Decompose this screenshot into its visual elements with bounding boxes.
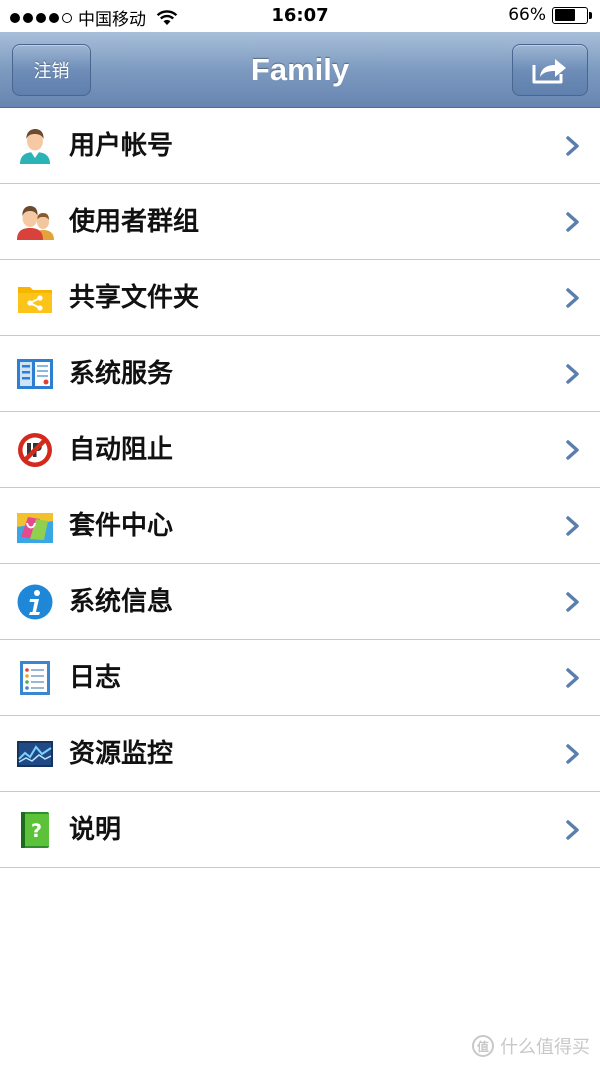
share-icon: [532, 59, 566, 84]
chevron-right-icon: [566, 288, 579, 308]
shared-folder-icon: [18, 287, 52, 313]
chevron-right-icon: [566, 744, 579, 764]
menu-item-shared-folder[interactable]: 共享文件夹: [0, 260, 600, 336]
menu-item-label: 说明: [69, 815, 122, 845]
menu-item-log[interactable]: 日志: [0, 640, 600, 716]
watermark-logo-icon: 值: [472, 1035, 494, 1057]
page-title: Family: [250, 52, 350, 87]
chevron-right-icon: [566, 592, 579, 612]
package-center-icon: [17, 513, 53, 543]
chevron-right-icon: [566, 136, 579, 156]
menu-item-label: 共享文件夹: [69, 283, 200, 313]
chevron-right-icon: [566, 440, 579, 460]
menu-item-label: 资源监控: [69, 739, 174, 769]
menu-item-label: 系统服务: [69, 359, 174, 389]
chevron-right-icon: [566, 668, 579, 688]
chevron-right-icon: [566, 820, 579, 840]
menu-item-resource-monitor[interactable]: 资源监控: [0, 716, 600, 792]
chevron-right-icon: [566, 364, 579, 384]
auto-block-icon: [18, 433, 52, 467]
menu-item-user-group[interactable]: 使用者群组: [0, 184, 600, 260]
chevron-right-icon: [566, 212, 579, 232]
menu-item-label: 自动阻止: [69, 435, 174, 465]
help-icon: ?: [21, 812, 49, 848]
battery-percent: 66%: [508, 5, 546, 25]
menu-item-auto-block[interactable]: 自动阻止: [0, 412, 600, 488]
menu-item-help[interactable]: ? 说明: [0, 792, 600, 868]
battery-fill: [554, 9, 575, 21]
menu-item-package-center[interactable]: 套件中心: [0, 488, 600, 564]
watermark-text: 什么值得买: [500, 1037, 590, 1058]
chevron-right-icon: [566, 516, 579, 536]
menu-item-label: 用户帐号: [69, 131, 174, 161]
status-right: 66%: [508, 5, 592, 25]
menu-list: 用户帐号 使用者群组 共享文件夹 系统服务 自动阻止 套件中心 系统信息 日志 …: [0, 108, 600, 868]
menu-item-label: 使用者群组: [69, 207, 200, 237]
resource-monitor-icon: [17, 741, 53, 767]
menu-item-user-account[interactable]: 用户帐号: [0, 108, 600, 184]
user-group-icon: [17, 206, 54, 240]
navigation-bar: 注销 Family: [0, 32, 600, 108]
menu-item-label: 日志: [69, 663, 122, 693]
system-service-icon: [17, 359, 53, 389]
log-icon: [20, 661, 50, 695]
user-account-icon: [20, 129, 50, 164]
share-button[interactable]: [512, 44, 588, 96]
svg-text:?: ?: [31, 820, 42, 842]
info-icon: [17, 584, 53, 620]
menu-item-label: 套件中心: [69, 511, 174, 541]
menu-item-label: 系统信息: [69, 587, 174, 617]
menu-item-system-info[interactable]: 系统信息: [0, 564, 600, 640]
status-bar: 中国移动 16:07 66%: [0, 0, 600, 32]
battery-icon: [552, 6, 592, 24]
menu-item-system-service[interactable]: 系统服务: [0, 336, 600, 412]
watermark: 值 什么值得买: [472, 1033, 590, 1059]
